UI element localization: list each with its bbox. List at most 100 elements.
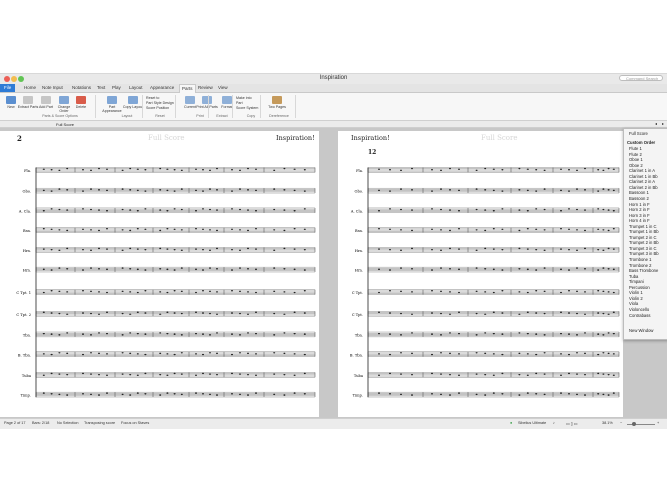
instrument-name[interactable]: C Tpt. 1 [16, 291, 31, 295]
instrument-name[interactable]: Bsn. [23, 229, 31, 233]
menu-item[interactable]: Horn 3 in F [629, 213, 650, 218]
view-icons[interactable]: ▭ ▯ ▭ [566, 421, 577, 426]
menu-item[interactable]: Trumpet 2 in C [629, 235, 657, 240]
staff[interactable] [35, 331, 316, 338]
menu-item[interactable]: Trombone 2 [629, 263, 651, 268]
ribbon-option[interactable]: Part Style Design [146, 101, 174, 105]
instrument-name[interactable]: Obo. [23, 190, 32, 194]
instrument-name[interactable]: Hrn. [23, 269, 31, 273]
status-page[interactable]: Page 2 of 17 [4, 421, 26, 425]
status-transposing[interactable]: Transposing score [84, 421, 115, 425]
instrument-name[interactable]: Tuba [22, 374, 32, 378]
staff[interactable] [367, 188, 620, 194]
staff[interactable] [35, 227, 316, 233]
instrument-name[interactable]: Hrn. [355, 249, 363, 253]
menu-item[interactable]: Bassoon 2 [629, 196, 649, 201]
command-search-input[interactable]: Command Search [619, 75, 663, 81]
menu-item[interactable]: Timpani [629, 279, 644, 284]
menu-item[interactable]: Contrabass [629, 313, 650, 318]
right-page[interactable]: Inspiration! Full Score 12 Fla. Obo. A. Cl… [338, 131, 623, 417]
staff[interactable] [35, 392, 316, 398]
menu-item[interactable]: Clarinet 1 in Bb [629, 174, 658, 179]
menu-item[interactable]: Trumpet 3 in C [629, 246, 657, 251]
ribbon-button-part-appearance[interactable]: Part Appearance [101, 96, 123, 113]
menu-item[interactable]: Tuba [629, 274, 638, 279]
menu-item[interactable]: Flute 1 [629, 146, 642, 151]
instrument-name[interactable]: A. Cla. [18, 209, 31, 213]
instrument-name[interactable]: Hrn. [23, 249, 31, 253]
staff[interactable] [35, 372, 316, 378]
staff[interactable] [367, 207, 620, 213]
instrument-name[interactable]: A. Cla. [350, 209, 363, 213]
instrument-name[interactable]: C Tpt. [352, 313, 363, 317]
status-focus[interactable]: Focus on Staves [121, 421, 149, 425]
ribbon-option[interactable]: Score System [236, 106, 258, 110]
instrument-name[interactable]: Bsn. [355, 229, 363, 233]
ribbon-option[interactable]: Part [236, 101, 243, 105]
part-dropdown-menu[interactable]: Full Score Custom Order Flute 1 Flute 2 Oboe… [623, 128, 667, 340]
ribbon-button-delete[interactable]: Delete [70, 96, 92, 109]
instrument-name[interactable]: Fla. [24, 169, 31, 173]
instrument-name[interactable]: Obo. [355, 190, 364, 194]
menu-item[interactable]: Trumpet 1 in C [629, 224, 657, 229]
status-zoom[interactable]: 38.1% [602, 421, 613, 425]
menu-item[interactable]: Bassoon 1 [629, 190, 649, 195]
menu-item[interactable]: Clarinet 2 in Bb [629, 185, 658, 190]
staff[interactable] [367, 289, 620, 295]
ribbon-button-format[interactable]: Format [216, 96, 238, 109]
tab-review[interactable]: Review [196, 85, 215, 90]
note-icon[interactable]: ♪ [553, 421, 555, 425]
staff[interactable] [35, 311, 316, 317]
tab-file[interactable]: File [0, 84, 16, 92]
menu-item[interactable]: Violin 1 [629, 290, 643, 295]
tab-note-input[interactable]: Note Input [40, 85, 65, 90]
part-selector-bar[interactable]: Full Score ◂ ▸ [0, 121, 667, 128]
staff[interactable] [35, 351, 316, 357]
staff[interactable] [35, 207, 316, 213]
instrument-name[interactable]: Timp. [21, 394, 31, 398]
staff[interactable] [35, 289, 316, 295]
menu-item-full-score[interactable]: Full Score [629, 131, 648, 136]
staff[interactable] [35, 167, 316, 173]
instrument-name[interactable]: Tuba [354, 374, 364, 378]
staff[interactable] [367, 331, 620, 338]
tab-text[interactable]: Text [95, 85, 107, 90]
staff[interactable] [367, 372, 620, 378]
menu-item-new-window[interactable]: New Window [629, 328, 653, 333]
staff[interactable] [367, 311, 620, 317]
instrument-name[interactable]: Tbn. [23, 334, 31, 338]
tab-play[interactable]: Play [110, 85, 123, 90]
staff[interactable] [35, 247, 316, 253]
staff[interactable] [367, 267, 620, 273]
menu-item[interactable]: Trombone 1 [629, 257, 651, 262]
ribbon-option[interactable]: Score Position [146, 106, 169, 110]
staff[interactable] [367, 351, 620, 357]
score-area[interactable]: 2 Full Score Inspiration! Fla. Obo. A. Cla… [0, 128, 667, 418]
menu-item[interactable]: Trumpet 3 in Bb [629, 251, 659, 256]
menu-item[interactable]: Clarinet 2 in A [629, 179, 655, 184]
menu-item[interactable]: Horn 4 in F [629, 218, 650, 223]
staff[interactable] [35, 188, 316, 194]
instrument-name[interactable]: B. Tbn. [350, 353, 363, 357]
menu-item[interactable]: Clarinet 1 in A [629, 168, 655, 173]
instrument-name[interactable]: Tbn. [355, 334, 363, 338]
zoom-out-icon[interactable]: − [620, 421, 622, 425]
zoom-in-icon[interactable]: + [657, 421, 659, 425]
menu-item[interactable]: Viola [629, 301, 638, 306]
ribbon-option[interactable]: Make into [236, 96, 252, 100]
menu-item[interactable]: Horn 2 in F [629, 207, 650, 212]
ribbon-button-copy-layout[interactable]: Copy Layout [122, 96, 144, 109]
menu-item[interactable]: Flute 2 [629, 152, 642, 157]
instrument-name[interactable]: Timp. [353, 394, 363, 398]
menu-item[interactable]: Oboe 2 [629, 163, 643, 168]
zoom-slider-thumb[interactable] [632, 422, 636, 426]
ribbon-button-print-all-parts[interactable]: Print All Parts [196, 96, 218, 109]
instrument-name[interactable]: B. Tbn. [18, 353, 31, 357]
tab-home[interactable]: Home [22, 85, 38, 90]
instrument-name[interactable]: C Tpt. [352, 291, 363, 295]
tab-layout[interactable]: Layout [127, 85, 145, 90]
menu-item[interactable]: Oboe 1 [629, 157, 643, 162]
tab-appearance[interactable]: Appearance [148, 85, 176, 90]
menu-item[interactable]: Bass Trombone [629, 268, 658, 273]
scroll-right-icon[interactable]: ▸ [662, 121, 664, 126]
